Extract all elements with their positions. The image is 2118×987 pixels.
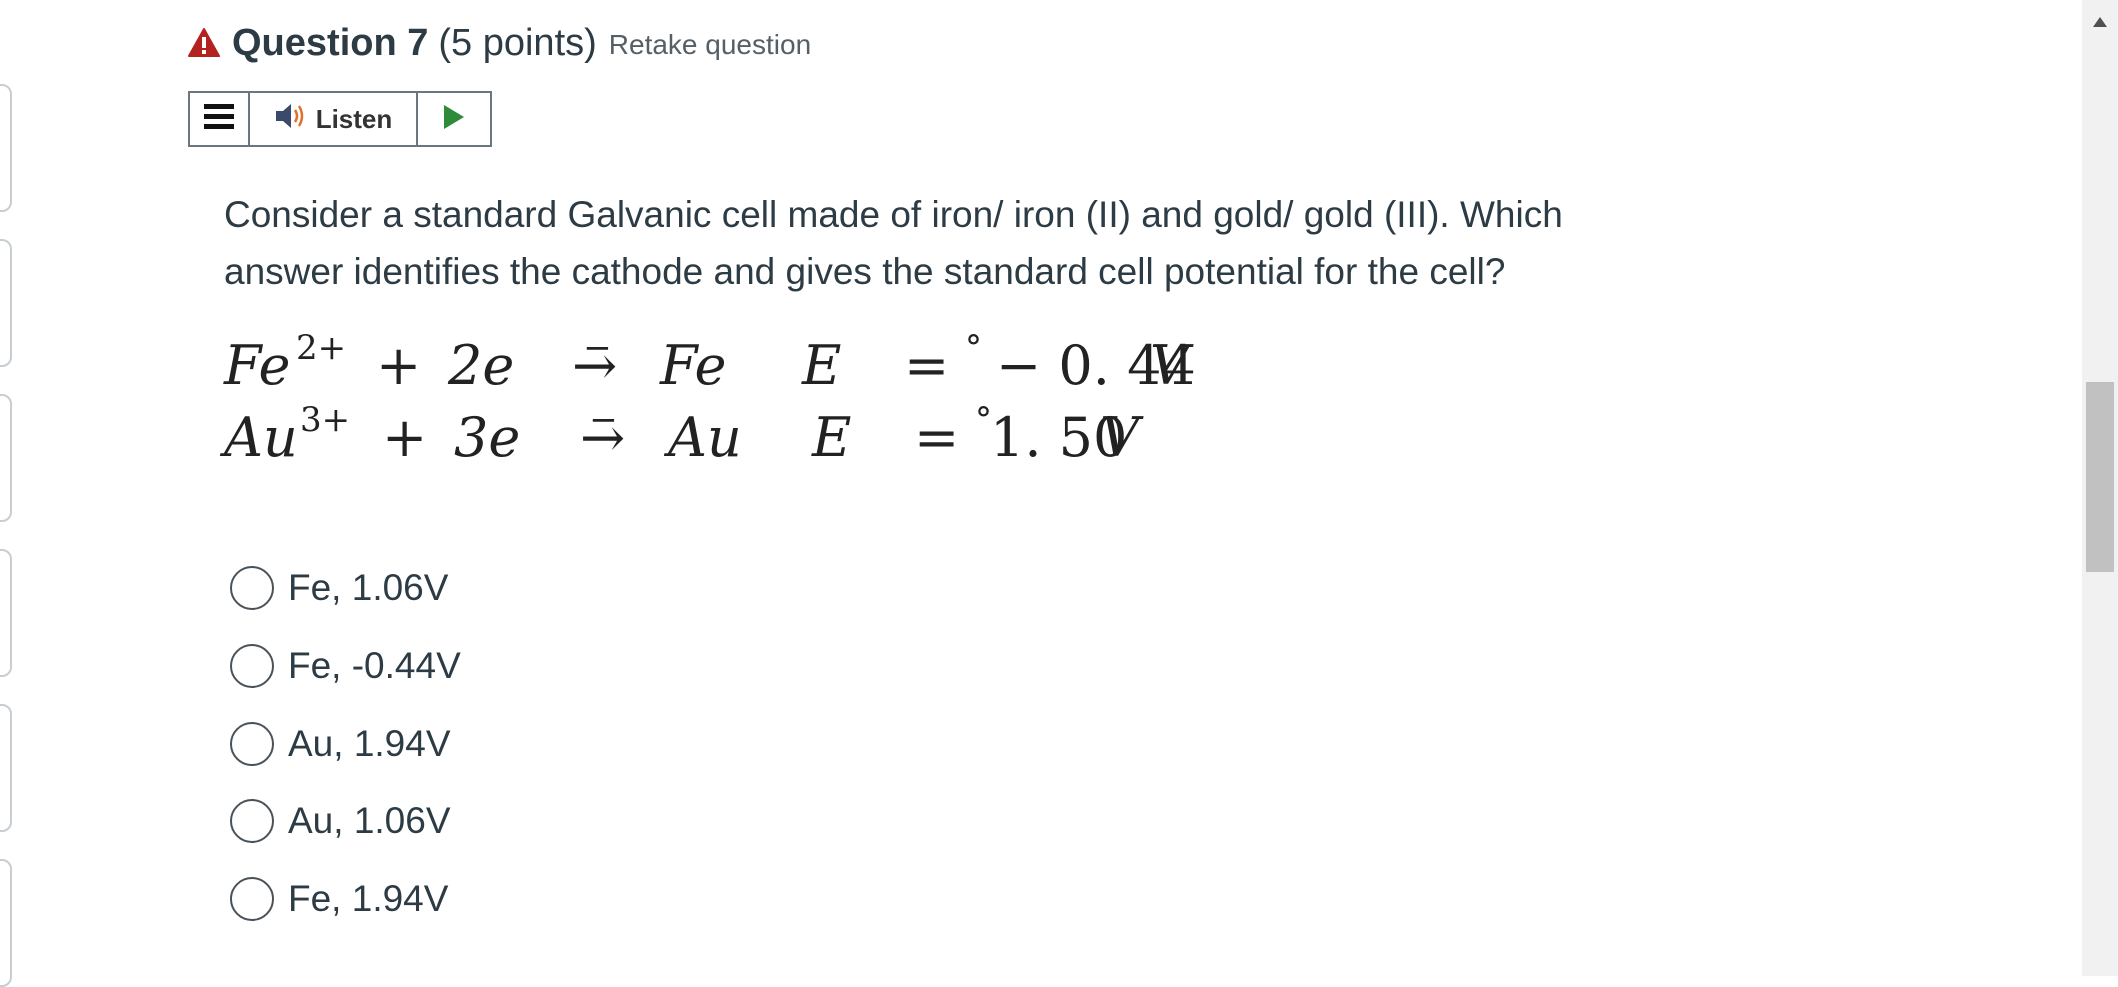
eq-product: Au bbox=[668, 406, 742, 469]
answer-label: Fe, 1.94V bbox=[288, 878, 449, 919]
warning-icon bbox=[188, 27, 220, 59]
eq-degree: ° bbox=[964, 328, 982, 368]
eq-plus: + bbox=[382, 406, 428, 469]
eq-arrow: → bbox=[572, 334, 618, 397]
eq-e-symbol: E bbox=[812, 406, 852, 469]
eq-electrons: 3e bbox=[454, 406, 521, 469]
hamburger-icon bbox=[204, 103, 234, 136]
eq-unit: V bbox=[1100, 406, 1139, 469]
eq-unit: V bbox=[1150, 334, 1189, 397]
question-title: Question 7 bbox=[232, 21, 429, 64]
answer-label: Au, 1.06V bbox=[288, 800, 451, 841]
eq-ion: Au bbox=[224, 406, 298, 469]
scroll-up-arrow-icon[interactable] bbox=[2082, 4, 2118, 40]
edge-card[interactable] bbox=[0, 239, 12, 367]
play-icon bbox=[442, 103, 466, 136]
edge-card[interactable] bbox=[0, 859, 12, 987]
eq-ion-charge: 2+ bbox=[296, 328, 347, 368]
speaker-icon bbox=[274, 101, 308, 138]
question-points: (5 points) bbox=[438, 21, 597, 64]
answer-option[interactable]: Fe, -0.44V bbox=[230, 638, 830, 694]
answer-label: Fe, 1.06V bbox=[288, 567, 449, 608]
listen-button[interactable]: Listen bbox=[250, 93, 418, 145]
edge-card[interactable] bbox=[0, 704, 12, 832]
equation-row: Fe 2+ + 2e − → Fe E ° = − 0. 44 V bbox=[224, 328, 1196, 397]
answer-option[interactable]: Au, 1.06V bbox=[230, 793, 830, 849]
scrollbar-thumb[interactable] bbox=[2086, 382, 2114, 572]
answer-option[interactable]: Fe, 1.06V bbox=[230, 560, 830, 616]
equation-row: Au 3+ + 3e − → Au E ° = 1. 50 V bbox=[224, 400, 1139, 469]
edge-card[interactable] bbox=[0, 84, 12, 212]
edge-card[interactable] bbox=[0, 549, 12, 677]
retake-question-link[interactable]: Retake question bbox=[609, 29, 811, 61]
eq-electrons: 2e bbox=[448, 334, 515, 397]
eq-ion: Fe bbox=[224, 334, 291, 397]
question-text: Consider a standard Galvanic cell made o… bbox=[224, 194, 1563, 292]
play-button[interactable] bbox=[418, 93, 490, 145]
answer-label: Fe, -0.44V bbox=[288, 645, 461, 686]
eq-e-symbol: E bbox=[802, 334, 842, 397]
eq-ion-charge: 3+ bbox=[300, 400, 351, 440]
radio-button[interactable] bbox=[230, 877, 274, 921]
answer-option[interactable]: Fe, 1.94V bbox=[230, 871, 830, 927]
answer-option[interactable]: Au, 1.94V bbox=[230, 716, 830, 772]
listen-label: Listen bbox=[315, 103, 393, 134]
eq-equals: = bbox=[914, 406, 960, 469]
radio-button[interactable] bbox=[230, 799, 274, 843]
eq-arrow: → bbox=[580, 406, 626, 469]
eq-plus: + bbox=[376, 334, 422, 397]
vertical-scrollbar[interactable] bbox=[2082, 0, 2118, 976]
edge-card[interactable] bbox=[0, 394, 12, 522]
left-edge-cards bbox=[0, 0, 20, 987]
answer-label: Au, 1.94V bbox=[288, 723, 451, 764]
radio-button[interactable] bbox=[230, 644, 274, 688]
listen-menu-button[interactable] bbox=[190, 93, 250, 145]
question-header: Question 7 (5 points) Retake question bbox=[188, 18, 811, 68]
listen-toolbar: Listen bbox=[188, 91, 492, 147]
radio-button[interactable] bbox=[230, 722, 274, 766]
eq-equals: = bbox=[904, 334, 950, 397]
eq-product: Fe bbox=[660, 334, 727, 397]
radio-button[interactable] bbox=[230, 566, 274, 610]
